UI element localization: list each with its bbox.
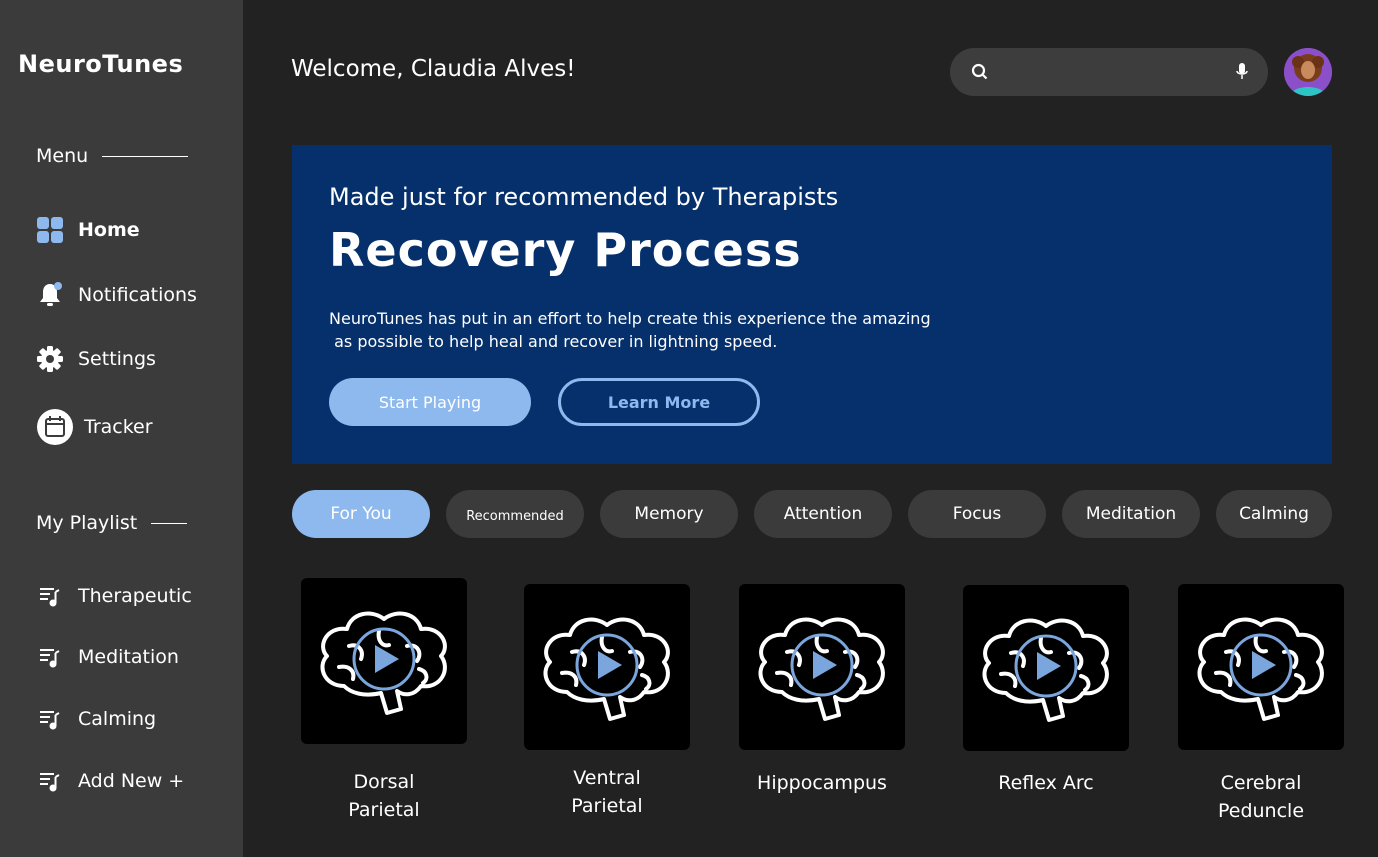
- bell-icon: [36, 281, 64, 309]
- sidebar-item-calming[interactable]: Calming: [36, 705, 156, 733]
- hero-banner: Made just for recommended by Therapists …: [292, 145, 1332, 464]
- sidebar-item-label: Notifications: [78, 284, 197, 306]
- sidebar-item-tracker[interactable]: Tracker: [36, 408, 153, 446]
- sidebar-item-label: Meditation: [78, 646, 179, 668]
- sidebar-item-meditation[interactable]: Meditation: [36, 643, 179, 671]
- track-title-line: Dorsal: [353, 771, 415, 793]
- track-card-hippocampus[interactable]: Hippocampus: [739, 584, 905, 794]
- filter-chip-attention[interactable]: Attention: [754, 490, 892, 538]
- filter-chip-focus[interactable]: Focus: [908, 490, 1046, 538]
- track-title-line: Parietal: [571, 795, 643, 817]
- filter-chip-calming[interactable]: Calming: [1216, 490, 1332, 538]
- sidebar-item-add-new[interactable]: Add New +: [36, 767, 184, 795]
- hero-title: Recovery Process: [329, 223, 802, 277]
- playlist-icon: [36, 705, 64, 733]
- track-title-line: Peduncle: [1217, 800, 1305, 822]
- sidebar-item-home[interactable]: Home: [36, 216, 140, 244]
- playlist-icon: [36, 767, 64, 795]
- track-thumbnail[interactable]: [301, 578, 467, 744]
- sidebar-item-label: Calming: [78, 708, 157, 730]
- playlist-title: My Playlist: [36, 512, 138, 534]
- track-title: Reflex Arc: [946, 769, 1146, 797]
- brain-play-icon: [982, 618, 1109, 722]
- grid-icon: [36, 216, 64, 244]
- brain-play-icon: [1197, 617, 1324, 721]
- track-card-dorsal-parietal[interactable]: Dorsal Parietal: [301, 578, 467, 821]
- welcome-heading: Welcome, Claudia Alves!: [291, 56, 576, 82]
- calendar-icon: [36, 408, 74, 446]
- sidebar-item-label: Therapeutic: [78, 585, 192, 607]
- search-input[interactable]: [1000, 58, 1220, 86]
- learn-more-button[interactable]: Learn More: [558, 378, 760, 426]
- track-title: Hippocampus: [722, 769, 922, 797]
- menu-divider: [102, 155, 189, 157]
- sidebar-item-label: Tracker: [84, 416, 153, 438]
- sidebar-item-label: Home: [78, 219, 140, 241]
- brain-play-icon: [543, 617, 670, 721]
- sidebar-item-settings[interactable]: Settings: [36, 345, 156, 373]
- track-title-line: Ventral: [573, 767, 641, 789]
- hero-subtitle: Made just for recommended by Therapists: [329, 183, 839, 211]
- playlist-section-title: My Playlist: [36, 512, 188, 534]
- filter-chip-meditation[interactable]: Meditation: [1062, 490, 1200, 538]
- sidebar-item-label: Settings: [78, 348, 156, 370]
- search-icon[interactable]: [970, 62, 990, 82]
- playlist-divider: [151, 522, 188, 524]
- track-title-line: Hippocampus: [757, 772, 887, 794]
- track-card-ventral-parietal[interactable]: Ventral Parietal: [524, 584, 690, 817]
- track-card-reflex-arc[interactable]: Reflex Arc: [963, 585, 1129, 794]
- brain-play-icon: [320, 611, 447, 715]
- track-title-line: Cerebral: [1220, 772, 1302, 794]
- track-thumbnail[interactable]: [524, 584, 690, 750]
- hero-description-line: NeuroTunes has put in an effort to help …: [329, 309, 931, 328]
- start-playing-button[interactable]: Start Playing: [329, 378, 531, 426]
- filter-chip-memory[interactable]: Memory: [600, 490, 738, 538]
- track-thumbnail[interactable]: [739, 584, 905, 750]
- playlist-icon: [36, 643, 64, 671]
- filter-chip-recommended[interactable]: Recommended: [446, 490, 584, 538]
- track-title: Dorsal Parietal: [284, 768, 484, 824]
- brain-play-icon: [758, 617, 885, 721]
- track-thumbnail[interactable]: [963, 585, 1129, 751]
- hero-description: NeuroTunes has put in an effort to help …: [329, 307, 989, 353]
- playlist-icon: [36, 582, 64, 610]
- sidebar-item-notifications[interactable]: Notifications: [36, 281, 197, 309]
- track-title: Ventral Parietal: [507, 764, 707, 820]
- sidebar: NeuroTunes Menu Home Notifications Setti…: [0, 0, 243, 857]
- user-avatar[interactable]: [1284, 48, 1332, 96]
- track-title-line: Parietal: [348, 799, 420, 821]
- gear-icon: [36, 345, 64, 373]
- microphone-icon[interactable]: [1234, 62, 1250, 82]
- track-card-cerebral-peduncle[interactable]: Cerebral Peduncle: [1178, 584, 1344, 822]
- track-title: Cerebral Peduncle: [1161, 769, 1361, 825]
- search-bar[interactable]: [950, 48, 1268, 96]
- sidebar-item-label: Add New +: [78, 770, 185, 792]
- menu-section-title: Menu: [36, 145, 189, 167]
- sidebar-item-therapeutic[interactable]: Therapeutic: [36, 582, 192, 610]
- track-title-line: Reflex Arc: [998, 772, 1094, 794]
- filter-chip-for-you[interactable]: For You: [292, 490, 430, 538]
- app-logo[interactable]: NeuroTunes: [18, 50, 183, 78]
- track-thumbnail[interactable]: [1178, 584, 1344, 750]
- menu-title: Menu: [36, 145, 89, 167]
- hero-description-line: as possible to help heal and recover in …: [329, 332, 778, 351]
